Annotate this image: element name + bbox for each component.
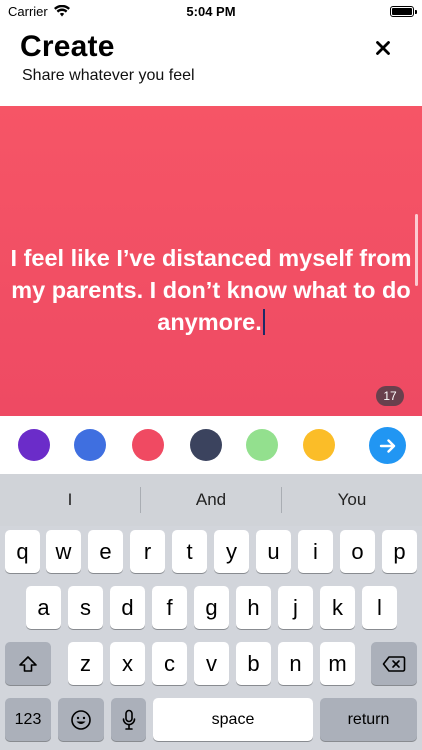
key-z[interactable]: z xyxy=(68,642,103,685)
color-swatch-green[interactable] xyxy=(246,429,278,461)
space-key[interactable]: space xyxy=(153,698,313,741)
dictation-key[interactable] xyxy=(111,698,146,741)
key-k[interactable]: k xyxy=(320,586,355,629)
backspace-key[interactable] xyxy=(371,642,417,685)
header: Create Share whatever you feel xyxy=(0,22,422,106)
key-y[interactable]: y xyxy=(214,530,249,573)
key-r[interactable]: r xyxy=(130,530,165,573)
key-h[interactable]: h xyxy=(236,586,271,629)
status-bar: Carrier 5:04 PM xyxy=(0,0,422,22)
post-text: I feel like I’ve distanced myself from m… xyxy=(10,245,412,335)
suggestion-bar: I And You xyxy=(0,474,422,526)
suggestion-1[interactable]: I xyxy=(0,474,140,526)
key-c[interactable]: c xyxy=(152,642,187,685)
color-swatch-purple[interactable] xyxy=(18,429,50,461)
status-time: 5:04 PM xyxy=(186,3,236,19)
key-b[interactable]: b xyxy=(236,642,271,685)
key-n[interactable]: n xyxy=(278,642,313,685)
key-w[interactable]: w xyxy=(46,530,81,573)
key-v[interactable]: v xyxy=(194,642,229,685)
scroll-indicator[interactable] xyxy=(415,214,418,286)
post-text-input[interactable]: I feel like I’ve distanced myself from m… xyxy=(10,242,412,338)
numbers-key[interactable]: 123 xyxy=(5,698,51,741)
status-left: Carrier xyxy=(8,4,70,19)
close-icon xyxy=(376,41,390,55)
text-caret xyxy=(262,309,265,335)
arrow-right-icon xyxy=(379,438,395,453)
emoji-icon xyxy=(71,709,91,730)
key-a[interactable]: a xyxy=(26,586,61,629)
color-swatch-yellow[interactable] xyxy=(303,429,335,461)
close-button[interactable] xyxy=(372,37,394,59)
shift-icon xyxy=(19,655,37,672)
emoji-key[interactable] xyxy=(58,698,104,741)
key-u[interactable]: u xyxy=(256,530,291,573)
color-swatch-blue[interactable] xyxy=(74,429,106,461)
return-key[interactable]: return xyxy=(320,698,417,741)
suggestion-3[interactable]: You xyxy=(282,474,422,526)
key-q[interactable]: q xyxy=(5,530,40,573)
key-t[interactable]: t xyxy=(172,530,207,573)
keyboard: I And You q w e r t y u i o p a s d f g … xyxy=(0,474,422,750)
key-g[interactable]: g xyxy=(194,586,229,629)
battery-fill xyxy=(392,7,412,15)
color-swatch-navy[interactable] xyxy=(190,429,222,461)
key-p[interactable]: p xyxy=(382,530,417,573)
page-title: Create xyxy=(20,30,115,63)
char-count-badge: 17 xyxy=(376,386,404,406)
color-picker xyxy=(0,416,422,474)
send-button[interactable] xyxy=(369,427,406,464)
suggestion-2[interactable]: And xyxy=(141,474,281,526)
backspace-icon xyxy=(382,655,406,672)
battery-icon xyxy=(390,5,417,17)
shift-key[interactable] xyxy=(5,642,51,685)
key-f[interactable]: f xyxy=(152,586,187,629)
key-l[interactable]: l xyxy=(362,586,397,629)
microphone-icon xyxy=(122,709,135,730)
key-i[interactable]: i xyxy=(298,530,333,573)
key-m[interactable]: m xyxy=(320,642,355,685)
key-o[interactable]: o xyxy=(340,530,375,573)
key-j[interactable]: j xyxy=(278,586,313,629)
key-e[interactable]: e xyxy=(88,530,123,573)
wifi-icon xyxy=(53,5,70,17)
key-d[interactable]: d xyxy=(110,586,145,629)
carrier-label: Carrier xyxy=(8,3,48,19)
page-subtitle: Share whatever you feel xyxy=(22,67,195,84)
post-canvas[interactable]: I feel like I’ve distanced myself from m… xyxy=(0,106,422,416)
key-s[interactable]: s xyxy=(68,586,103,629)
key-x[interactable]: x xyxy=(110,642,145,685)
color-swatch-red[interactable] xyxy=(132,429,164,461)
